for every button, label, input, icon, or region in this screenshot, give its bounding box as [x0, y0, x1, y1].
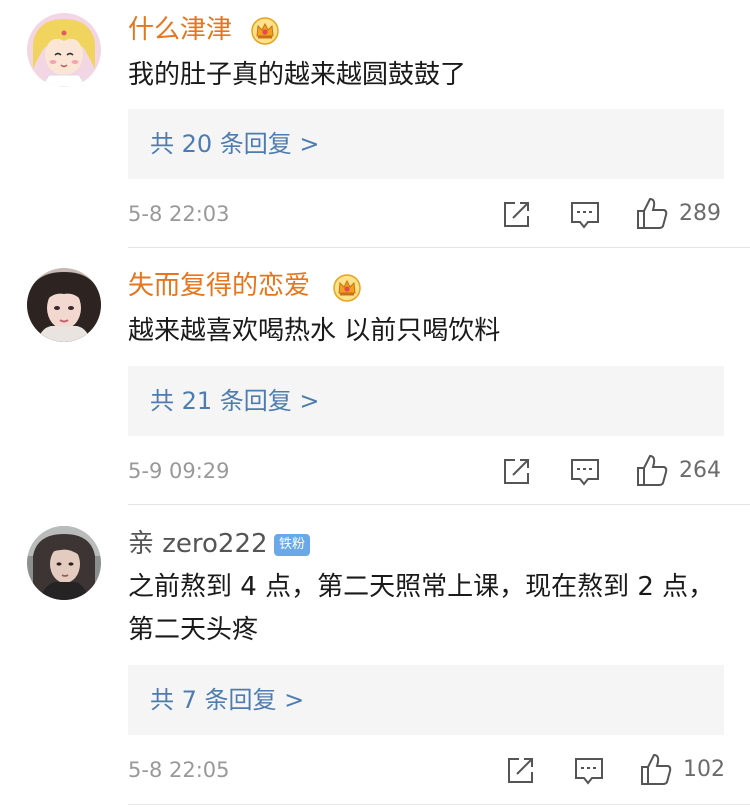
comment-meta: 5-8 22:03 289	[0, 194, 750, 234]
like-count: 264	[679, 458, 721, 483]
view-replies-button[interactable]: 共 20 条回复 >	[128, 109, 724, 179]
share-icon[interactable]	[506, 750, 534, 790]
comment-icon[interactable]	[570, 451, 600, 491]
crown-icon	[332, 273, 362, 303]
like-button[interactable]: 102	[640, 750, 740, 790]
username[interactable]: 什么津津	[128, 14, 232, 46]
comment-content: 越来越喜欢喝热水 以前只喝饮料	[128, 316, 501, 346]
comment-item: 亲 zero222 铁粉 之前熬到 4 点，第二天照常上课，现在熬到 2 点，第…	[0, 514, 750, 810]
divider	[128, 247, 750, 248]
share-icon[interactable]	[502, 194, 530, 234]
timestamp: 5-9 09:29	[128, 459, 230, 483]
timestamp: 5-8 22:03	[128, 202, 230, 226]
thumbs-up-icon	[640, 750, 672, 790]
comment-meta: 5-9 09:29 264	[0, 451, 750, 491]
divider	[128, 504, 750, 505]
like-button[interactable]: 264	[636, 451, 736, 491]
thumbs-up-icon	[636, 194, 668, 234]
divider	[128, 804, 750, 805]
avatar[interactable]	[27, 268, 101, 342]
view-replies-button[interactable]: 共 21 条回复 >	[128, 366, 724, 436]
comment-item: 失而复得的恋爱 越来越喜欢喝热水 以前只喝饮料 共 21 条回复 > 5-9 0…	[0, 256, 750, 506]
username[interactable]: 亲 zero222	[128, 528, 268, 560]
username[interactable]: 失而复得的恋爱	[128, 270, 310, 302]
comment-icon[interactable]	[574, 750, 604, 790]
comment-icon[interactable]	[570, 194, 600, 234]
view-replies-button[interactable]: 共 7 条回复 >	[128, 665, 724, 735]
timestamp: 5-8 22:05	[128, 758, 230, 782]
avatar[interactable]	[27, 13, 101, 87]
comment-item: 什么津津 我的肚子真的越来越圆鼓鼓了 共 20 条回复 > 5-8 22:03	[0, 0, 750, 248]
crown-icon	[250, 16, 280, 46]
fan-badge: 铁粉	[274, 534, 311, 556]
comment-content: 我的肚子真的越来越圆鼓鼓了	[128, 60, 467, 90]
like-count: 289	[679, 201, 721, 226]
avatar[interactable]	[27, 526, 101, 600]
thumbs-up-icon	[636, 451, 668, 491]
comment-meta: 5-8 22:05 102	[0, 750, 750, 790]
like-count: 102	[683, 757, 725, 782]
comment-content: 之前熬到 4 点，第二天照常上课，现在熬到 2 点，第二天头疼	[128, 572, 715, 645]
like-button[interactable]: 289	[636, 194, 736, 234]
share-icon[interactable]	[502, 451, 530, 491]
